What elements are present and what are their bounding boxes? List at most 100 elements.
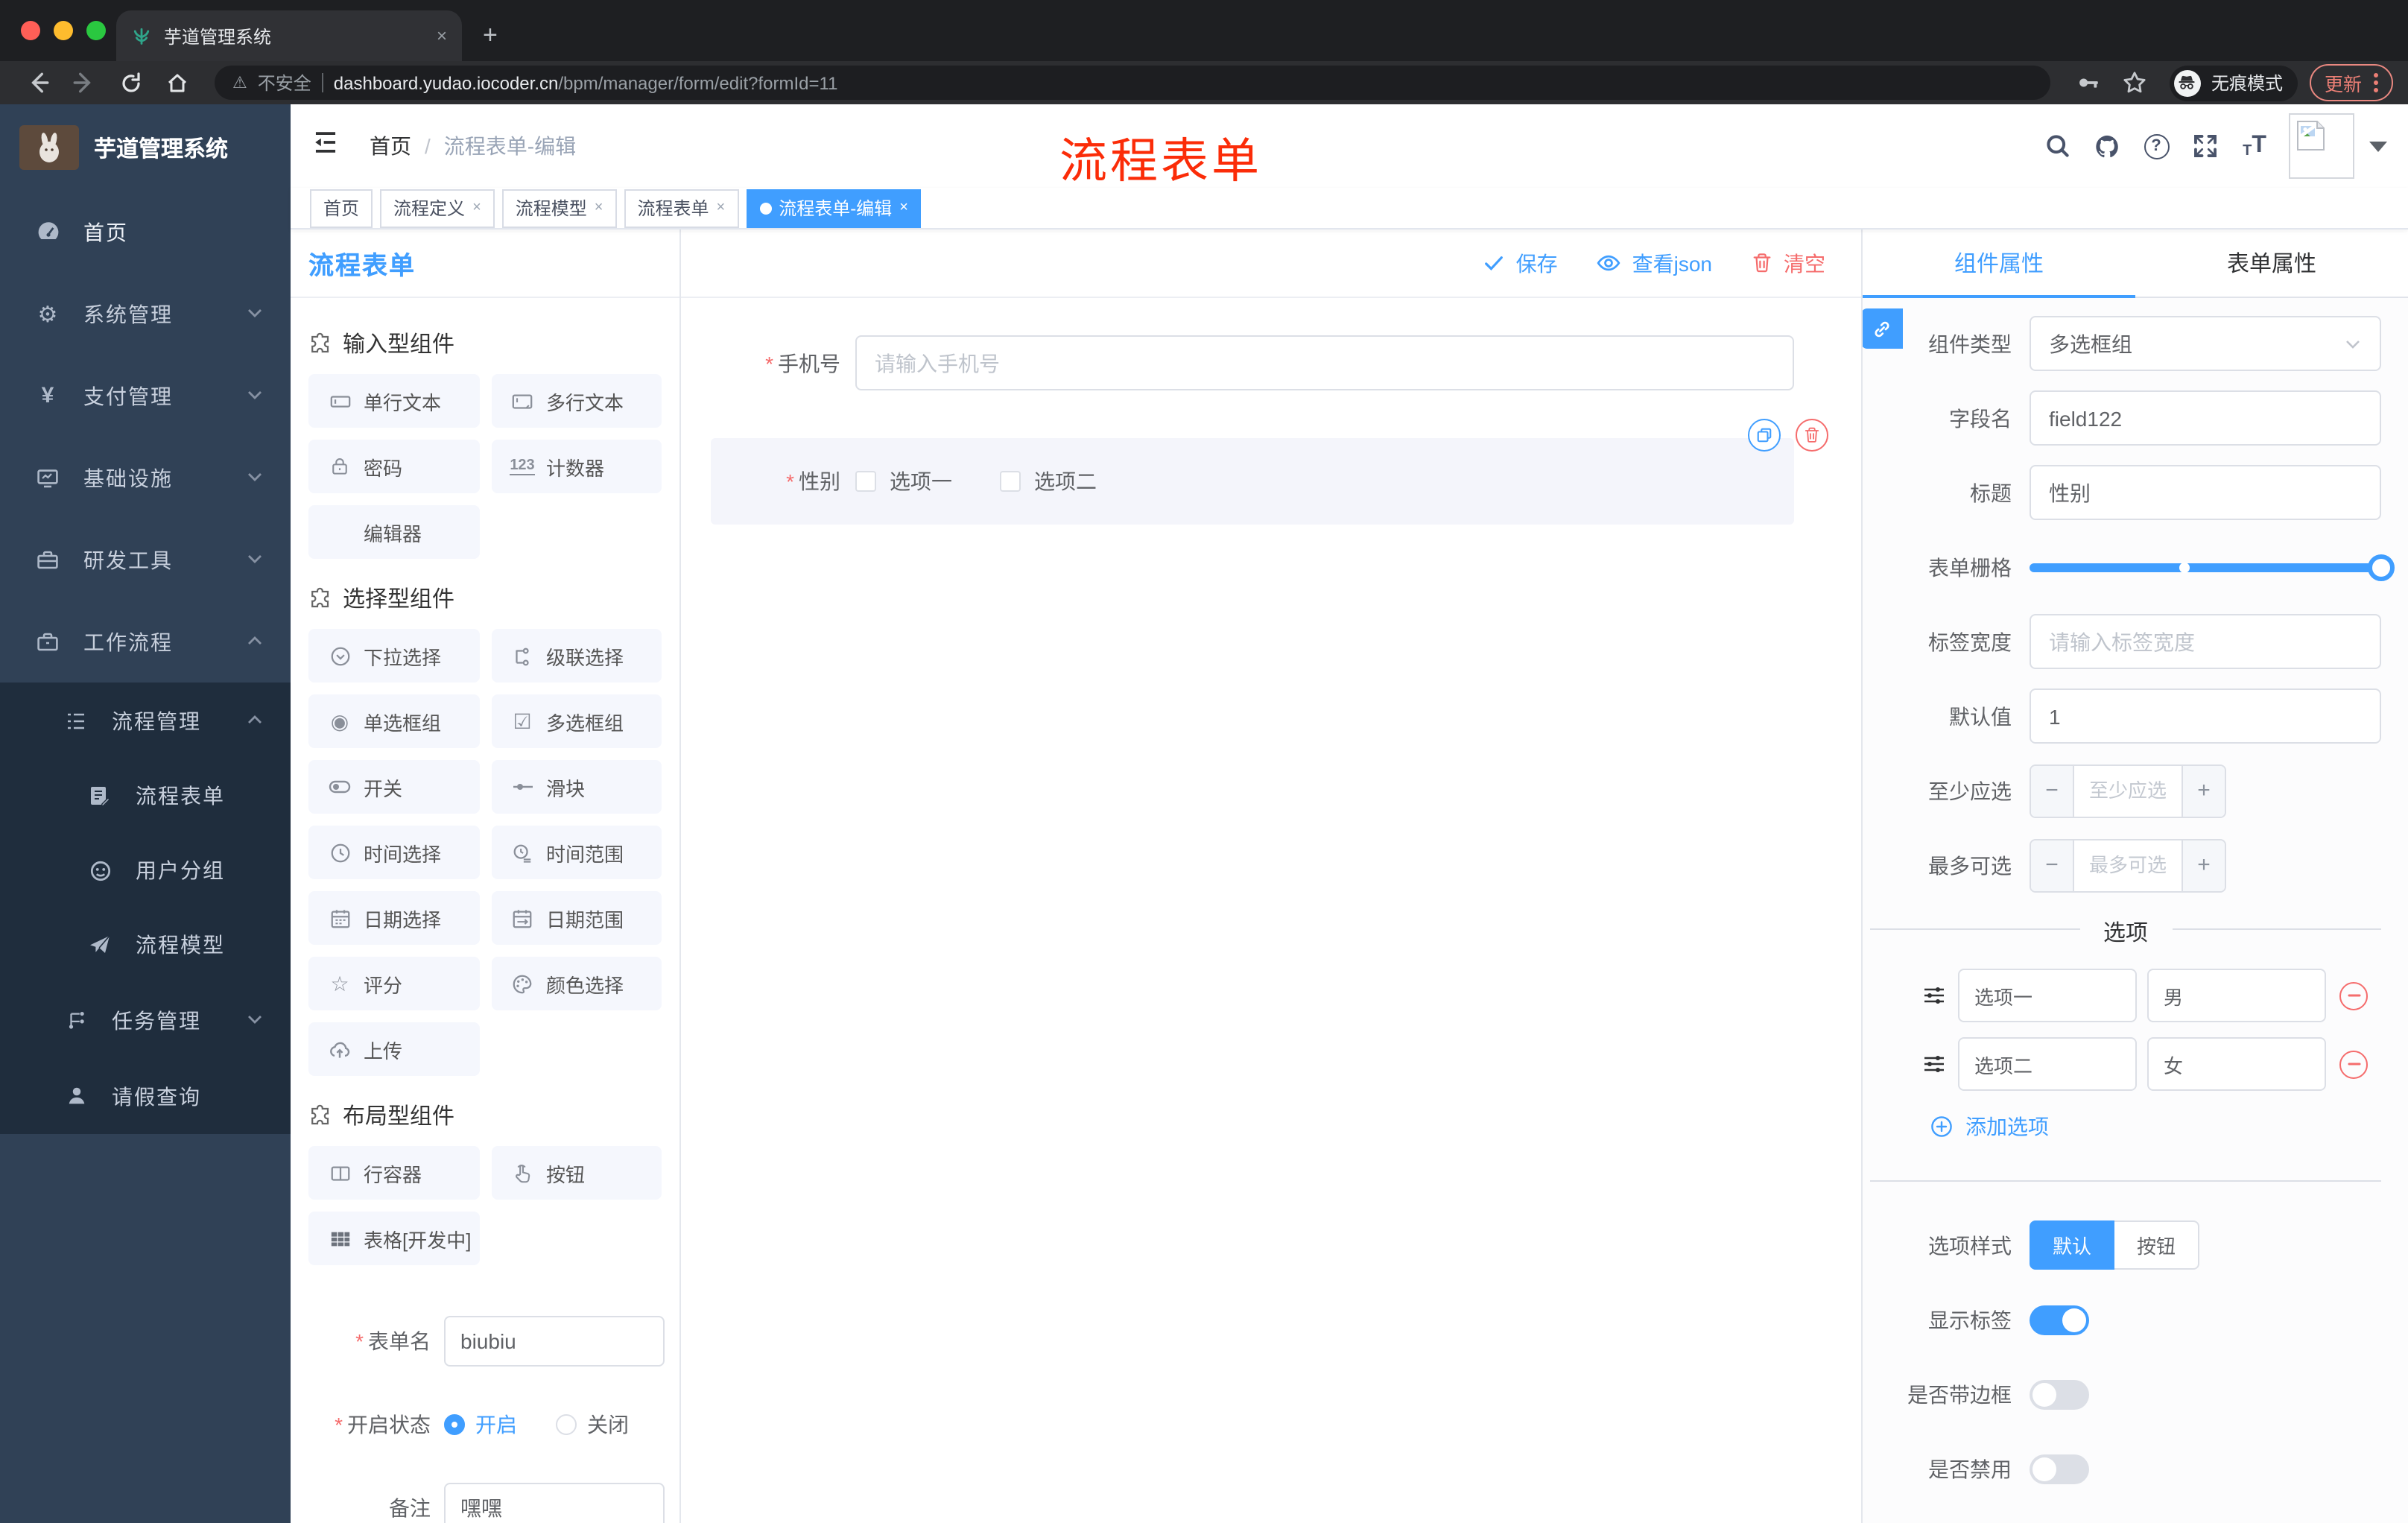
remove-option-button[interactable] bbox=[2339, 1050, 2368, 1078]
sidebar-item-process-model[interactable]: 流程模型 bbox=[0, 908, 291, 982]
component-type-select[interactable]: 多选框组 bbox=[2030, 316, 2381, 371]
window-close-button[interactable] bbox=[21, 21, 40, 40]
tab-close-icon[interactable]: × bbox=[437, 25, 447, 46]
drag-handle-icon[interactable] bbox=[1922, 984, 1946, 1007]
tag-process-form-edit[interactable]: 流程表单-编辑 × bbox=[746, 189, 922, 227]
browser-update-button[interactable]: 更新 bbox=[2309, 64, 2393, 101]
sidebar-item-infrastructure[interactable]: 基础设施 bbox=[0, 437, 291, 519]
stepper-decrease-button[interactable]: − bbox=[2031, 765, 2074, 816]
style-default-button[interactable]: 默认 bbox=[2030, 1220, 2114, 1270]
sidebar-item-payment[interactable]: ¥ 支付管理 bbox=[0, 355, 291, 437]
component-chip-password[interactable]: 密码 bbox=[308, 440, 479, 493]
add-option-button[interactable]: 添加选项 bbox=[1930, 1112, 2408, 1142]
github-icon[interactable] bbox=[2094, 133, 2120, 159]
field-name-input[interactable] bbox=[2030, 390, 2381, 446]
browser-tab[interactable]: 芋道管理系统 × bbox=[116, 10, 462, 61]
sidebar-item-process-management[interactable]: 流程管理 bbox=[0, 683, 291, 759]
sidebar-item-home[interactable]: 首页 bbox=[0, 191, 291, 273]
component-chip-upload[interactable]: 上传 bbox=[308, 1022, 479, 1076]
component-chip-slider[interactable]: 滑块 bbox=[491, 760, 662, 814]
tag-process-model[interactable]: 流程模型 × bbox=[501, 189, 617, 227]
tag-close-icon[interactable]: × bbox=[899, 200, 908, 216]
form-grid-slider[interactable] bbox=[2030, 539, 2395, 595]
default-value-input[interactable] bbox=[2030, 688, 2381, 744]
tag-process-definition[interactable]: 流程定义 × bbox=[380, 189, 495, 227]
component-chip-time-range[interactable]: 时间范围 bbox=[491, 826, 662, 879]
tab-component-props[interactable]: 组件属性 bbox=[1863, 229, 2135, 297]
bookmark-star-icon[interactable] bbox=[2111, 70, 2158, 95]
component-chip-editor[interactable]: 编辑器 bbox=[308, 505, 479, 559]
canvas-field-gender-selected[interactable]: * 性别 选项一 选项二 bbox=[711, 419, 1828, 525]
browser-menu-icon[interactable] bbox=[2374, 73, 2378, 92]
home-icon[interactable] bbox=[153, 71, 200, 95]
tag-home[interactable]: 首页 bbox=[310, 189, 373, 227]
sidebar-item-task-management[interactable]: 任务管理 bbox=[0, 982, 291, 1058]
stepper-increase-button[interactable]: + bbox=[2182, 840, 2225, 890]
tag-close-icon[interactable]: × bbox=[595, 200, 603, 216]
component-chip-button[interactable]: 按钮 bbox=[491, 1146, 662, 1200]
link-drawer-handle[interactable] bbox=[1863, 308, 1903, 349]
fullscreen-icon[interactable] bbox=[2192, 133, 2219, 159]
canvas-field-phone[interactable]: * 手机号 bbox=[703, 335, 1794, 390]
component-chip-cascader[interactable]: 级联选择 bbox=[491, 629, 662, 683]
new-tab-button[interactable]: + bbox=[483, 21, 498, 51]
tag-close-icon[interactable]: × bbox=[717, 200, 726, 216]
component-chip-date-picker[interactable]: 日期选择 bbox=[308, 891, 479, 945]
disabled-switch[interactable] bbox=[2030, 1454, 2089, 1484]
clear-button[interactable]: 清空 bbox=[1751, 248, 1825, 278]
view-json-button[interactable]: 查看json bbox=[1597, 248, 1712, 278]
option-label-input[interactable] bbox=[1958, 969, 2137, 1022]
duplicate-component-button[interactable] bbox=[1748, 419, 1781, 452]
font-size-icon[interactable]: TT bbox=[2241, 133, 2268, 159]
back-icon[interactable] bbox=[15, 70, 61, 95]
avatar[interactable] bbox=[2289, 113, 2354, 179]
phone-input[interactable] bbox=[855, 335, 1794, 390]
forward-icon[interactable] bbox=[61, 70, 107, 95]
avatar-dropdown-caret-icon[interactable] bbox=[2369, 141, 2387, 151]
window-zoom-button[interactable] bbox=[86, 21, 106, 40]
help-icon[interactable]: ? bbox=[2143, 133, 2170, 159]
status-radio-open[interactable]: 开启 bbox=[444, 1410, 517, 1440]
sidebar-item-process-form[interactable]: 流程表单 bbox=[0, 759, 291, 833]
stepper-increase-button[interactable]: + bbox=[2182, 765, 2225, 816]
component-chip-multi-text[interactable]: 多行文本 bbox=[491, 374, 662, 428]
tab-form-props[interactable]: 表单属性 bbox=[2135, 229, 2408, 297]
component-chip-single-text[interactable]: 单行文本 bbox=[308, 374, 479, 428]
status-radio-closed[interactable]: 关闭 bbox=[556, 1410, 629, 1440]
sidebar-item-system[interactable]: ⚙ 系统管理 bbox=[0, 273, 291, 355]
remark-textarea[interactable]: 嘿嘿 bbox=[444, 1483, 665, 1523]
label-width-input[interactable] bbox=[2030, 614, 2381, 669]
drag-handle-icon[interactable] bbox=[1922, 1052, 1946, 1076]
url-bar[interactable]: ⚠ 不安全 dashboard.yudao.iocoder.cn/bpm/man… bbox=[215, 66, 2050, 100]
remove-option-button[interactable] bbox=[2339, 981, 2368, 1010]
option-value-input[interactable] bbox=[2147, 969, 2326, 1022]
max-select-input[interactable] bbox=[2074, 840, 2182, 890]
gender-checkbox-option1[interactable]: 选项一 bbox=[855, 466, 952, 496]
min-select-input[interactable] bbox=[2074, 765, 2182, 816]
sidebar-item-user-group[interactable]: 用户分组 bbox=[0, 833, 291, 908]
password-key-icon[interactable] bbox=[2065, 70, 2111, 95]
tag-close-icon[interactable]: × bbox=[472, 200, 481, 216]
tag-process-form[interactable]: 流程表单 × bbox=[624, 189, 739, 227]
gender-checkbox-option2[interactable]: 选项二 bbox=[1000, 466, 1097, 496]
slider-track[interactable] bbox=[2030, 554, 2395, 580]
component-chip-checkbox-group[interactable]: ☑ 多选框组 bbox=[491, 694, 662, 748]
reload-icon[interactable] bbox=[107, 71, 153, 95]
sidebar-collapse-icon[interactable] bbox=[311, 128, 340, 164]
sidebar-item-workflow[interactable]: 工作流程 bbox=[0, 601, 291, 683]
component-chip-select[interactable]: 下拉选择 bbox=[308, 629, 479, 683]
show-label-switch[interactable] bbox=[2030, 1305, 2089, 1334]
component-chip-counter[interactable]: 123 计数器 bbox=[491, 440, 662, 493]
component-chip-color-picker[interactable]: 颜色选择 bbox=[491, 957, 662, 1010]
component-chip-switch[interactable]: 开关 bbox=[308, 760, 479, 814]
component-chip-table[interactable]: 表格[开发中] bbox=[308, 1212, 479, 1265]
with-border-switch[interactable] bbox=[2030, 1379, 2089, 1409]
save-button[interactable]: 保存 bbox=[1483, 248, 1558, 278]
delete-component-button[interactable] bbox=[1796, 419, 1828, 452]
component-chip-date-range[interactable]: 日期范围 bbox=[491, 891, 662, 945]
stepper-decrease-button[interactable]: − bbox=[2031, 840, 2074, 890]
search-icon[interactable] bbox=[2044, 133, 2071, 159]
component-chip-radio-group[interactable]: ◉ 单选框组 bbox=[308, 694, 479, 748]
component-chip-row-container[interactable]: 行容器 bbox=[308, 1146, 479, 1200]
option-label-input[interactable] bbox=[1958, 1037, 2137, 1091]
